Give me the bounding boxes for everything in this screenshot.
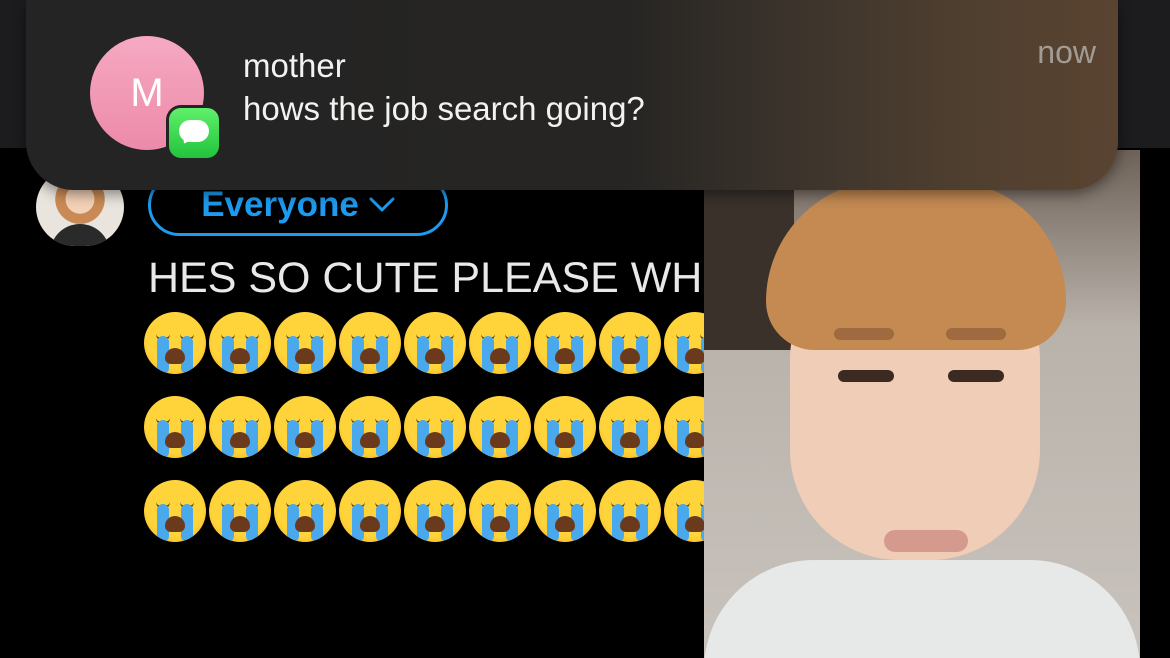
notification-banner[interactable]: M mother hows the job search going? now bbox=[26, 0, 1118, 190]
notification-sender: mother bbox=[243, 47, 346, 84]
loudly-crying-face-emoji bbox=[144, 480, 206, 542]
loudly-crying-face-emoji bbox=[599, 312, 661, 374]
video-preview[interactable] bbox=[704, 150, 1140, 658]
emoji-row bbox=[144, 480, 704, 546]
loudly-crying-face-emoji bbox=[599, 480, 661, 542]
loudly-crying-face-emoji bbox=[404, 396, 466, 458]
loudly-crying-face-emoji bbox=[404, 312, 466, 374]
emoji-row bbox=[144, 312, 704, 378]
shirt bbox=[704, 560, 1140, 658]
lips bbox=[884, 530, 968, 552]
loudly-crying-face-emoji bbox=[404, 480, 466, 542]
loudly-crying-face-emoji bbox=[339, 312, 401, 374]
loudly-crying-face-emoji bbox=[534, 396, 596, 458]
loudly-crying-face-emoji bbox=[339, 396, 401, 458]
right-eyebrow bbox=[946, 328, 1006, 340]
loudly-crying-face-emoji bbox=[469, 312, 531, 374]
emoji-row bbox=[144, 396, 704, 462]
tweet-text[interactable]: HES SO CUTE PLEASE WH bbox=[148, 250, 704, 306]
avatar-shirt bbox=[50, 224, 110, 246]
banner-top bbox=[26, 0, 1118, 48]
notification-message: hows the job search going? bbox=[243, 90, 645, 127]
loudly-crying-face-emoji bbox=[274, 480, 336, 542]
hair bbox=[766, 180, 1066, 350]
audience-label: Everyone bbox=[201, 185, 359, 224]
loudly-crying-face-emoji bbox=[664, 396, 704, 458]
right-edge bbox=[1140, 150, 1170, 658]
left-eye bbox=[838, 370, 894, 382]
loudly-crying-face-emoji bbox=[209, 312, 271, 374]
loudly-crying-face-emoji bbox=[274, 312, 336, 374]
loudly-crying-face-emoji bbox=[664, 312, 704, 374]
messages-icon bbox=[169, 108, 219, 158]
loudly-crying-face-emoji bbox=[534, 480, 596, 542]
loudly-crying-face-emoji bbox=[209, 396, 271, 458]
loudly-crying-face-emoji bbox=[664, 480, 704, 542]
loudly-crying-face-emoji bbox=[534, 312, 596, 374]
loudly-crying-face-emoji bbox=[469, 480, 531, 542]
avatar-initial: M bbox=[130, 70, 164, 115]
loudly-crying-face-emoji bbox=[339, 480, 401, 542]
notification-time: now bbox=[1037, 34, 1096, 70]
right-eye bbox=[948, 370, 1004, 382]
loudly-crying-face-emoji bbox=[144, 312, 206, 374]
loudly-crying-face-emoji bbox=[469, 396, 531, 458]
loudly-crying-face-emoji bbox=[144, 396, 206, 458]
left-eyebrow bbox=[834, 328, 894, 340]
loudly-crying-face-emoji bbox=[274, 396, 336, 458]
loudly-crying-face-emoji bbox=[209, 480, 271, 542]
chevron-down-icon bbox=[369, 197, 395, 212]
loudly-crying-face-emoji bbox=[599, 396, 661, 458]
emoji-rows bbox=[144, 312, 704, 562]
